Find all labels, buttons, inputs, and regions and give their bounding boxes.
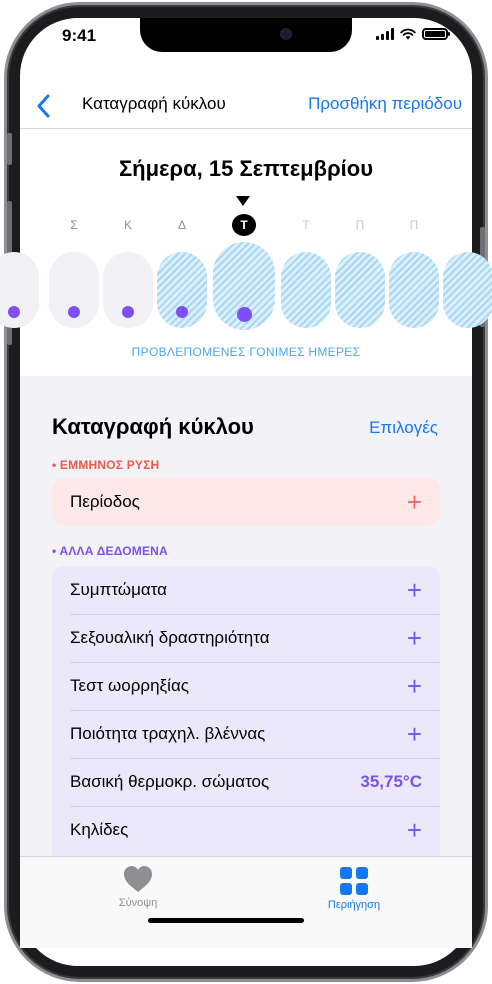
options-button[interactable]: Επιλογές	[369, 418, 438, 438]
day-pill[interactable]	[49, 252, 99, 328]
chevron-left-icon	[37, 94, 50, 118]
tab-summary[interactable]: Σύνοψη	[78, 865, 198, 909]
logged-data-dot-icon	[122, 306, 134, 318]
other-data-row[interactable]: Συμπτώματα +	[52, 566, 440, 614]
cellular-signal-icon	[376, 28, 394, 40]
tab-browse[interactable]: Περιήγηση	[294, 865, 414, 911]
add-icon: +	[406, 815, 422, 845]
add-icon: +	[406, 671, 422, 701]
other-data-row-label: Βασική θερμοκρ. σώματος	[70, 772, 270, 791]
day-pill[interactable]	[103, 252, 153, 328]
day-letter-today: Τ	[232, 214, 256, 236]
add-icon: +	[406, 487, 422, 517]
day-pill[interactable]	[335, 252, 385, 328]
today-marker-icon	[236, 196, 250, 206]
tab-browse-label: Περιήγηση	[327, 899, 381, 911]
day-letter: Δ	[177, 218, 186, 232]
battery-icon	[422, 28, 450, 40]
other-data-label: • ΑΛΛΑ ΔΕΔΟΜΕΝΑ	[52, 544, 168, 558]
status-icons	[376, 28, 450, 40]
home-indicator[interactable]	[148, 918, 304, 923]
add-icon: +	[406, 623, 422, 653]
other-data-row-label: Συμπτώματα	[70, 580, 168, 599]
date-header: Σήμερα, 15 Σεπτεμβρίου	[118, 156, 374, 181]
status-time: 9:41	[62, 26, 97, 45]
other-data-row[interactable]: Κηλίδες +	[52, 806, 440, 854]
other-data-row[interactable]: Βασική θερμοκρ. σώματος 35,75°C	[52, 758, 440, 806]
cycle-log-section: Καταγραφή κύκλου Επιλογές • ΕΜΜΗΝΟΣ ΡΥΣΗ…	[20, 376, 472, 856]
other-data-row-label: Ποιότητα τραχηλ. βλέννας	[70, 724, 266, 743]
day-pill[interactable]	[0, 252, 39, 328]
tab-summary-label: Σύνοψη	[118, 897, 158, 909]
heart-icon	[124, 866, 152, 892]
period-row-label: Περίοδος	[70, 492, 140, 511]
logged-data-dot-icon	[68, 306, 80, 318]
grid-icon	[340, 867, 368, 895]
add-icon: +	[406, 719, 422, 749]
logged-data-dot-icon	[176, 306, 188, 318]
other-data-row-label: Κηλίδες	[70, 820, 129, 839]
tab-bar: Σύνοψη Περιήγηση	[20, 856, 472, 948]
period-row[interactable]: Περίοδος +	[52, 478, 440, 526]
basal-temperature-value: 35,75°C	[360, 772, 422, 791]
menstrual-card: Περίοδος +	[52, 478, 440, 526]
other-data-row[interactable]: Σεξουαλική δραστηριότητα +	[52, 614, 440, 662]
day-letter: Τ	[302, 218, 310, 232]
day-letter: Π	[409, 218, 419, 232]
other-data-card: Συμπτώματα + Σεξουαλική δραστηριότητα + Τεστ…	[52, 566, 440, 856]
day-pill[interactable]	[157, 252, 207, 328]
back-button[interactable]	[36, 92, 60, 120]
nav-title: Καταγραφή κύκλου	[82, 94, 226, 113]
other-data-row[interactable]: Ποιότητα τραχηλ. βλέννας +	[52, 710, 440, 758]
log-title: Καταγραφή κύκλου	[52, 414, 254, 439]
day-letter: Σ	[70, 218, 78, 232]
nav-divider	[20, 128, 472, 129]
mute-switch	[7, 133, 12, 165]
other-data-row-label: Σεξουαλική δραστηριότητα	[70, 628, 270, 647]
other-data-row[interactable]: Τεστ ωορρηξίας +	[52, 662, 440, 710]
menstrual-flow-label: • ΕΜΜΗΝΟΣ ΡΥΣΗ	[52, 458, 160, 472]
logged-data-dot-icon	[236, 307, 252, 322]
day-letter: Π	[355, 218, 365, 232]
add-period-button[interactable]: Προσθήκη περιόδου	[308, 94, 462, 114]
logged-data-dot-icon	[8, 306, 20, 318]
day-pill[interactable]	[281, 252, 331, 328]
notch	[140, 18, 352, 52]
fertile-days-label: ΠΡΟΒΛΕΠΟΜΕΝΕΣ ΓΟΝΙΜΕΣ ΗΜΕΡΕΣ	[131, 345, 361, 359]
wifi-icon	[400, 28, 416, 40]
day-pill[interactable]	[389, 252, 439, 328]
other-data-row-label: Τεστ ωορρηξίας	[70, 676, 189, 695]
day-letter: Κ	[123, 218, 132, 232]
day-pill[interactable]	[443, 252, 492, 328]
front-camera-icon	[280, 28, 292, 40]
add-icon: +	[406, 575, 422, 605]
day-pill-today[interactable]	[213, 242, 275, 330]
